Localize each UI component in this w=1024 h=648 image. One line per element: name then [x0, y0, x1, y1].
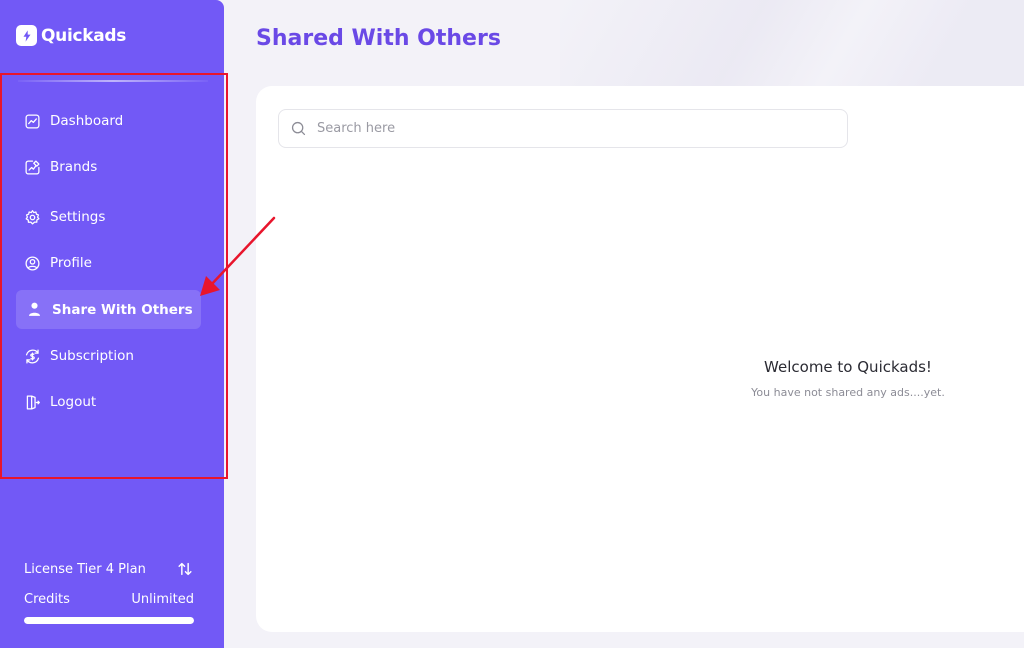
sidebar-item-label: Brands: [50, 159, 98, 175]
empty-state-title: Welcome to Quickads!: [764, 358, 932, 376]
chart-line-icon: [24, 113, 41, 130]
sidebar-item-settings[interactable]: Settings: [16, 198, 201, 236]
brand-name: Quickads: [41, 25, 127, 46]
sidebar-item-subscription[interactable]: Subscription: [16, 337, 201, 375]
sidebar-divider: [18, 80, 208, 82]
user-circle-icon: [24, 255, 41, 272]
credits-value: Unlimited: [131, 592, 194, 607]
search-icon: [290, 120, 307, 137]
swap-vertical-icon[interactable]: [176, 560, 194, 578]
sidebar-item-label: Logout: [50, 394, 97, 410]
brand-edit-icon: [24, 159, 41, 176]
person-icon: [26, 301, 43, 318]
brand-logo[interactable]: Quickads: [16, 25, 126, 46]
sidebar-item-label: Share With Others: [52, 301, 193, 318]
empty-state-subtitle: You have not shared any ads....yet.: [751, 386, 945, 399]
sidebar-item-brands[interactable]: Brands: [16, 148, 201, 186]
sidebar-item-label: Settings: [50, 209, 106, 225]
sidebar: Quickads Dashboard Brands Settings Profi…: [0, 0, 224, 648]
sidebar-item-label: Profile: [50, 255, 92, 271]
quickads-logo-icon: [16, 25, 37, 46]
search-box[interactable]: [278, 109, 848, 148]
sidebar-item-label: Subscription: [50, 348, 134, 364]
plan-label: License Tier 4 Plan: [24, 561, 146, 577]
sidebar-item-logout[interactable]: Logout: [16, 383, 201, 421]
currency-cycle-icon: [24, 348, 41, 365]
header-background-decoration: [560, 0, 1024, 90]
sidebar-item-dashboard[interactable]: Dashboard: [16, 102, 201, 140]
gear-icon: [24, 209, 41, 226]
sidebar-item-share-with-others[interactable]: Share With Others: [16, 290, 201, 329]
credits-label: Credits: [24, 592, 70, 607]
sidebar-item-label: Dashboard: [50, 113, 124, 129]
search-input[interactable]: [317, 121, 817, 136]
logout-icon: [24, 394, 41, 411]
credits-row: Credits Unlimited: [24, 592, 194, 607]
credits-progress-fill: [24, 617, 194, 624]
plan-row: License Tier 4 Plan: [24, 560, 194, 578]
credits-progress-bar: [24, 617, 194, 624]
page-title: Shared With Others: [256, 26, 501, 51]
sidebar-item-profile[interactable]: Profile: [16, 244, 201, 282]
